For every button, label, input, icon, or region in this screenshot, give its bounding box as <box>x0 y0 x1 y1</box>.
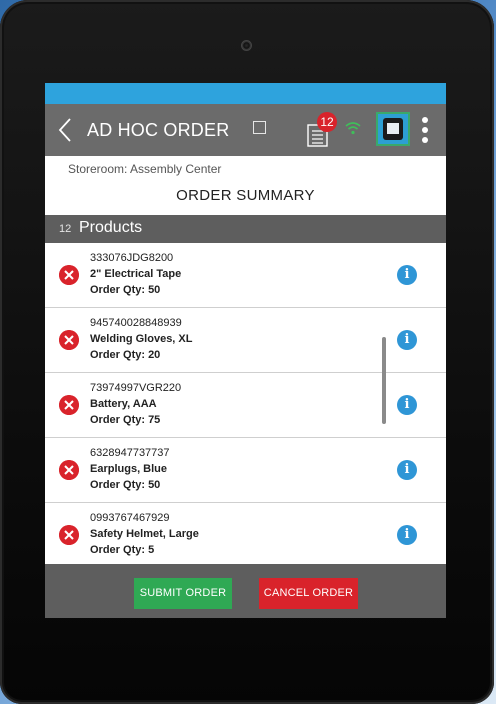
item-code: 945740028848939 <box>90 317 182 329</box>
order-summary-title: ORDER SUMMARY <box>176 187 315 204</box>
item-name: Battery, AAA <box>90 398 157 410</box>
item-qty: Order Qty: 5 <box>90 544 155 556</box>
status-bar <box>45 83 446 104</box>
remove-icon[interactable] <box>59 460 79 480</box>
products-count: 12 <box>59 223 72 235</box>
camera-icon <box>241 40 252 51</box>
remove-icon[interactable] <box>59 395 79 415</box>
action-footer: SUBMIT ORDER CANCEL ORDER <box>45 564 446 618</box>
item-name: Welding Gloves, XL <box>90 333 193 345</box>
info-icon[interactable]: i <box>397 395 417 415</box>
scanner-icon[interactable] <box>376 112 410 146</box>
cancel-order-button[interactable]: CANCEL ORDER <box>259 578 358 609</box>
info-icon[interactable]: i <box>397 525 417 545</box>
back-icon[interactable] <box>57 117 73 143</box>
item-qty: Order Qty: 75 <box>90 414 161 426</box>
wifi-icon <box>345 122 361 135</box>
remove-icon[interactable] <box>59 525 79 545</box>
page-title: AD HOC ORDER <box>87 120 230 140</box>
scrollbar[interactable] <box>382 337 386 424</box>
info-icon[interactable]: i <box>397 460 417 480</box>
list-item[interactable]: 333076JDG8200 2" Electrical Tape Order Q… <box>45 243 446 308</box>
list-item[interactable]: 0993767467929 Safety Helmet, Large Order… <box>45 503 446 568</box>
item-code: 0993767467929 <box>90 512 170 524</box>
item-qty: Order Qty: 20 <box>90 349 161 361</box>
item-name: 2" Electrical Tape <box>90 268 182 280</box>
products-label: Products <box>79 219 143 236</box>
cart-count-badge: 12 <box>317 112 337 132</box>
info-icon[interactable]: i <box>397 265 417 285</box>
item-qty: Order Qty: 50 <box>90 479 161 491</box>
item-code: 333076JDG8200 <box>90 252 174 264</box>
more-icon[interactable] <box>421 117 429 145</box>
submit-order-button[interactable]: SUBMIT ORDER <box>134 578 232 609</box>
info-icon[interactable]: i <box>397 330 417 350</box>
item-name: Earplugs, Blue <box>90 463 168 475</box>
products-header: 12 Products <box>45 215 446 243</box>
remove-icon[interactable] <box>59 265 79 285</box>
app-bar: AD HOC ORDER 12 <box>45 104 446 156</box>
checkbox-icon[interactable] <box>253 121 266 134</box>
list-item[interactable]: 6328947737737 Earplugs, Blue Order Qty: … <box>45 438 446 503</box>
tablet-frame: AD HOC ORDER 12 Storeroom: Assembly Cent… <box>0 0 494 704</box>
item-code: 6328947737737 <box>90 447 170 459</box>
remove-icon[interactable] <box>59 330 79 350</box>
item-name: Safety Helmet, Large <box>90 528 199 540</box>
item-qty: Order Qty: 50 <box>90 284 161 296</box>
item-code: 73974997VGR220 <box>90 382 182 394</box>
storeroom-label: Storeroom: Assembly Center <box>68 162 222 176</box>
